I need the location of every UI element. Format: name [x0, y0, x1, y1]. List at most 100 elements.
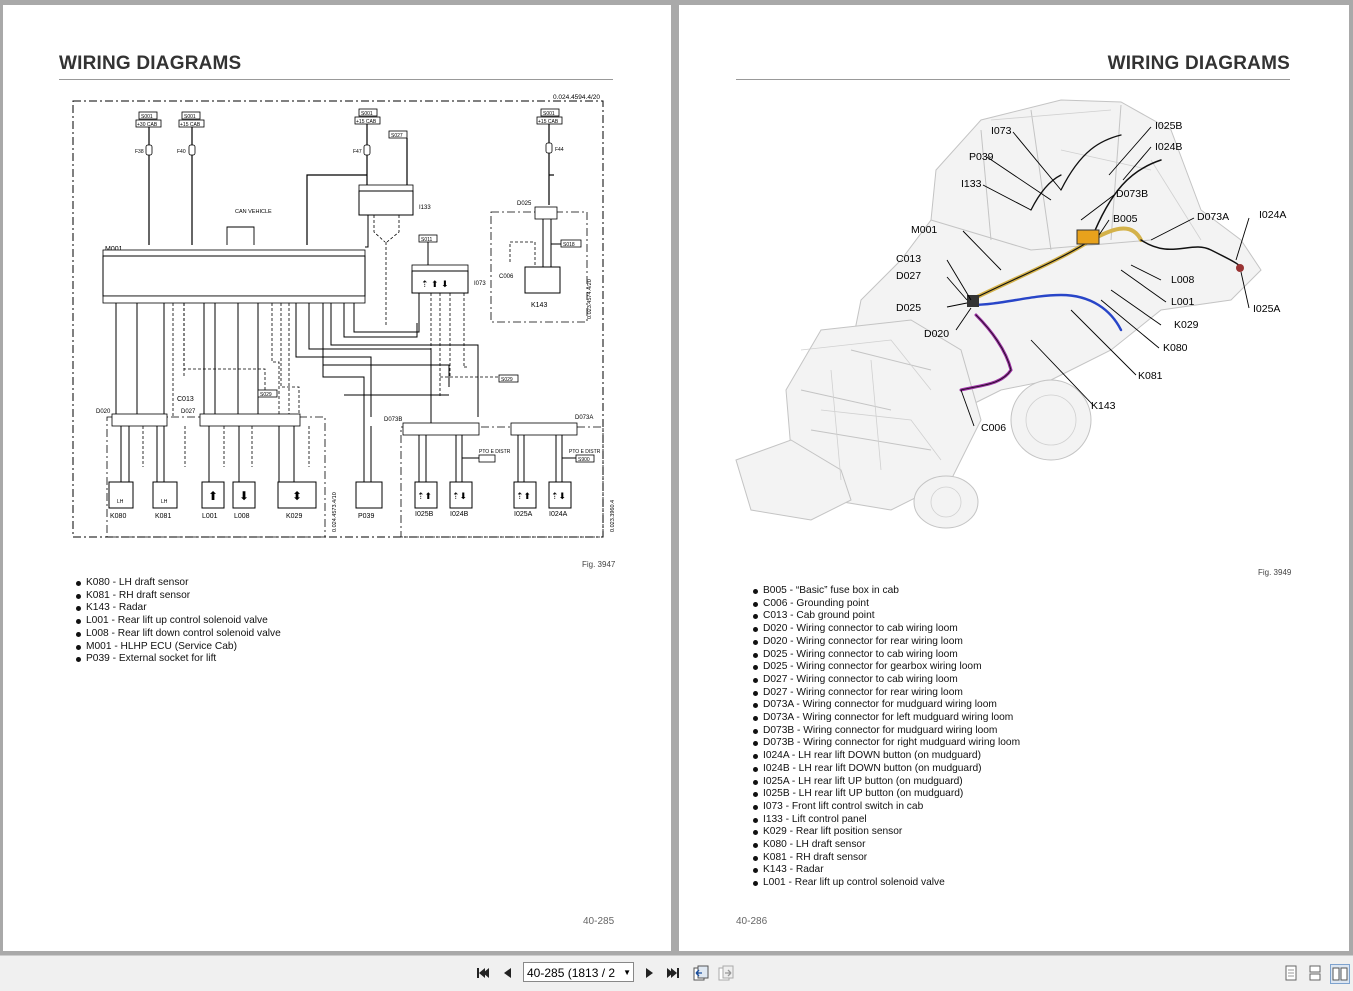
- two-page-view-button[interactable]: [1330, 964, 1350, 984]
- ref-side1: 0.024.4573.4/10: [332, 492, 338, 532]
- callout-k143: K143: [1091, 400, 1116, 412]
- wiring-schematic: 0.024.4594.4/20 S001 +30 CAB S001 +15 CA…: [72, 94, 616, 538]
- callout-i025a: I025A: [1253, 303, 1280, 315]
- callout-c006: C006: [981, 422, 1006, 434]
- legend-item: K143 - Radar: [753, 864, 1020, 877]
- continuous-page-icon: [1309, 965, 1321, 981]
- panel-i133: I133: [419, 205, 431, 211]
- legend-item: I024A - LH rear lift DOWN button (on mud…: [753, 750, 1020, 763]
- callout-k080: K080: [1163, 342, 1188, 354]
- supply-s001-d: S001: [543, 111, 555, 117]
- supply-s029-a: S029: [501, 377, 513, 383]
- legend-item: K081 - RH draft sensor: [76, 590, 281, 603]
- supply-s011: S011: [421, 237, 433, 243]
- button-down-icon: ⇡⬇: [551, 491, 566, 501]
- page-number: 40-286: [736, 916, 768, 927]
- left-legend: K080 - LH draft sensor K081 - RH draft s…: [76, 577, 281, 666]
- callout-c013: C013: [896, 253, 921, 265]
- forward-view-button[interactable]: [717, 964, 735, 982]
- page-number: 40-285: [583, 916, 615, 927]
- callout-i024b: I024B: [1155, 141, 1182, 153]
- fuse-f47: F47: [353, 149, 362, 155]
- callout-m001: M001: [911, 224, 937, 236]
- legend-item: D020 - Wiring connector to cab wiring lo…: [753, 623, 1020, 636]
- back-view-icon: [693, 965, 709, 981]
- legend-item: P039 - External socket for lift: [76, 653, 281, 666]
- legend-item: D027 - Wiring connector for rear wiring …: [753, 687, 1020, 700]
- radar-k143: K143: [531, 302, 547, 309]
- callout-b005: B005: [1113, 213, 1138, 225]
- switch-i073: I073: [474, 281, 486, 287]
- supply-s029-b: S029: [260, 392, 272, 398]
- legend-item: D073B - Wiring connector for mudguard wi…: [753, 725, 1020, 738]
- legend-item: I024B - LH rear lift DOWN button (on mud…: [753, 763, 1020, 776]
- down-arrow-icon: ⬇: [239, 489, 249, 503]
- page-number-field[interactable]: 40-285 (1813 / 2 ▼: [523, 962, 634, 982]
- callout-k081: K081: [1138, 370, 1163, 382]
- callout-l008: L008: [1171, 274, 1195, 286]
- comp-l008: L008: [234, 513, 250, 520]
- up-arrow-icon: ⬆: [208, 489, 218, 503]
- supply-s001-b: S001: [184, 114, 196, 120]
- right-page: WIRING DIAGRAMS I073 P039 I133 M001 C013…: [679, 5, 1349, 951]
- legend-item: M001 - HLHP ECU (Service Cab): [76, 641, 281, 654]
- page-number-value: 40-285 (1813 / 2: [527, 966, 616, 980]
- legend-item: K143 - Radar: [76, 602, 281, 615]
- connector-d073b: D073B: [384, 417, 402, 423]
- comp-p039: P039: [358, 513, 374, 520]
- legend-item: D025 - Wiring connector to cab wiring lo…: [753, 649, 1020, 662]
- forward-view-icon: [718, 965, 734, 981]
- chevron-down-icon: ▼: [623, 968, 631, 977]
- first-page-button[interactable]: [474, 964, 492, 982]
- comp-k081: K081: [155, 513, 171, 520]
- comp-i025a: I025A: [514, 511, 533, 518]
- continuous-view-button[interactable]: [1306, 964, 1324, 982]
- legend-item: D025 - Wiring connector for gearbox wiri…: [753, 661, 1020, 674]
- connector-d020: D020: [96, 409, 111, 415]
- lh-tag-b: LH: [161, 499, 168, 505]
- back-view-button[interactable]: [692, 964, 710, 982]
- single-page-view-button[interactable]: [1282, 964, 1300, 982]
- supply-label-15cab-a: +15 CAB: [180, 122, 201, 128]
- legend-item: B005 - “Basic” fuse box in cab: [753, 585, 1020, 598]
- legend-item: I133 - Lift control panel: [753, 814, 1020, 827]
- supply-s018: S018: [563, 242, 575, 248]
- last-page-button[interactable]: [664, 964, 682, 982]
- supply-label-30cab: +30 CAB: [137, 122, 158, 128]
- comp-i024a: I024A: [549, 511, 568, 518]
- fuse-f44: F44: [555, 147, 564, 153]
- supply-s001-a: S001: [141, 114, 153, 120]
- callout-d020: D020: [924, 328, 949, 340]
- viewer-toolbar: 40-285 (1813 / 2 ▼: [0, 955, 1353, 991]
- pto-label-b: PTO E DISTR: [569, 449, 601, 455]
- comp-l001: L001: [202, 513, 218, 520]
- last-page-icon: [667, 968, 679, 978]
- next-page-button[interactable]: [641, 964, 659, 982]
- first-page-icon: [477, 968, 489, 978]
- supply-s001-c: S001: [361, 111, 373, 117]
- legend-item: C013 - Cab ground point: [753, 610, 1020, 623]
- callout-p039: P039: [969, 151, 994, 163]
- ref-side3: 0.023.4574.4/20: [587, 279, 593, 319]
- right-legend: B005 - “Basic” fuse box in cab C006 - Gr…: [753, 585, 1020, 890]
- supply-s027: S027: [391, 133, 403, 139]
- callout-d073b: D073B: [1116, 188, 1148, 200]
- single-page-icon: [1285, 965, 1297, 981]
- connector-d025: D025: [517, 201, 532, 207]
- legend-item: C006 - Grounding point: [753, 598, 1020, 611]
- left-page: WIRING DIAGRAMS 0.024.4594.4/20 S001 +30…: [3, 5, 671, 951]
- pto-label-a: PTO E DISTR: [479, 449, 511, 455]
- legend-item: D027 - Wiring connector to cab wiring lo…: [753, 674, 1020, 687]
- callout-d027: D027: [896, 270, 921, 282]
- legend-item: I025B - LH rear lift UP button (on mudgu…: [753, 788, 1020, 801]
- fuse-f38: F38: [135, 149, 144, 155]
- switch-arrows: ⇡ ⬆ ⬇: [421, 279, 449, 289]
- figure-number: Fig. 3949: [1258, 568, 1292, 577]
- comp-i024b: I024B: [450, 511, 469, 518]
- legend-item: K080 - LH draft sensor: [753, 839, 1020, 852]
- tractor-harness-illustration: I073 P039 I133 M001 C013 D027 D025 D020 …: [735, 99, 1286, 529]
- callout-k029: K029: [1174, 319, 1199, 331]
- page-header: WIRING DIAGRAMS: [59, 53, 242, 74]
- previous-page-button[interactable]: [498, 964, 516, 982]
- figure-number: Fig. 3947: [582, 560, 616, 569]
